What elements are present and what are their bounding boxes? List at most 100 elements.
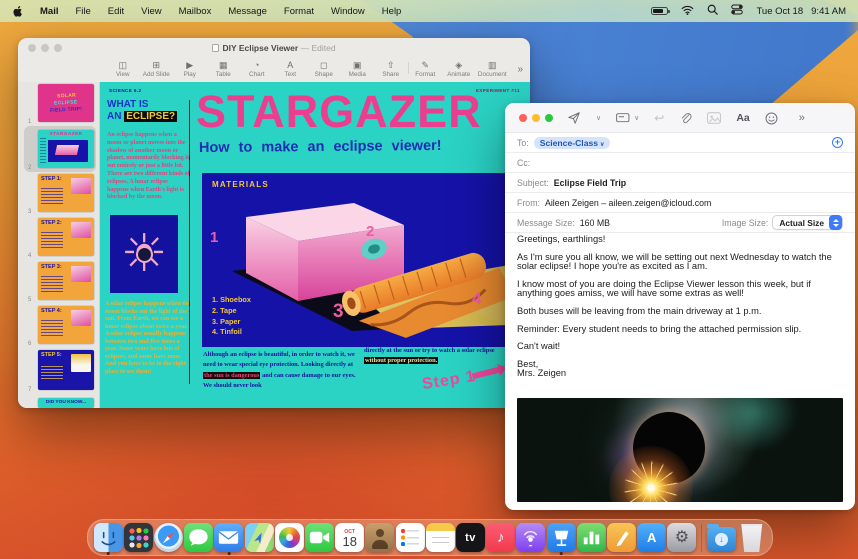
slide-thumbnail-6[interactable]: 6 STEP 4: [18, 306, 100, 348]
dock-item-facetime[interactable] [304, 523, 335, 552]
header-fields-button[interactable]: ∨ [616, 112, 639, 124]
attach-button[interactable] [679, 111, 692, 125]
slide-thumbnail-3[interactable]: 3 STEP 1: [18, 174, 100, 216]
slide-canvas[interactable]: SCIENCE 6.2 EXPERIMENT #11 WHAT IS AN EC… [100, 82, 530, 408]
slide-3-preview: STEP 1: [38, 174, 94, 212]
zoom-button[interactable] [545, 114, 553, 122]
add-slide-button[interactable]: ⊞ Add Slide [140, 58, 174, 78]
dock-item-appstore[interactable]: A [637, 523, 667, 552]
what-is-an-eclipse-heading[interactable]: WHAT IS AN ECLIPSE? [107, 99, 178, 122]
step-1-label[interactable]: Step 1 [421, 368, 477, 394]
dock-item-keynote[interactable] [546, 523, 576, 552]
toolbar-overflow-button[interactable]: » [517, 64, 523, 75]
dock-item-photos[interactable] [274, 523, 304, 552]
to-field[interactable]: To: Science-Class ∨ + [505, 133, 855, 153]
caution-text-left[interactable]: Although an eclipse is beautiful, in ord… [203, 350, 361, 392]
eclipse-photo-attachment[interactable] [517, 398, 843, 502]
share-button[interactable]: ⇧ Share [374, 58, 408, 78]
keynote-toolbar: ◫ View ⊞ Add Slide ▶ Play ▦ Table ◔ Chart A Te… [18, 58, 530, 82]
dock-item-settings[interactable]: ⚙ [667, 523, 697, 552]
from-field[interactable]: From: Aileen Zeigen – aileen.zeigen@iclo… [505, 193, 855, 213]
slide-thumbnail-5[interactable]: 5 STEP 3: [18, 262, 100, 304]
course-code-text[interactable]: SCIENCE 6.2 [109, 88, 141, 93]
insert-photo-button[interactable] [707, 112, 722, 124]
dock-item-contacts[interactable] [365, 523, 395, 552]
cc-field[interactable]: Cc: [505, 153, 855, 173]
slide-thumbnail-2-selected[interactable]: 2 STARGAZER [18, 126, 100, 172]
dock-item-finder[interactable] [93, 523, 123, 552]
animate-button[interactable]: ◈ Animate [442, 58, 476, 78]
dock-item-calendar[interactable]: OCT 18 [335, 523, 365, 552]
dock-item-numbers[interactable] [576, 523, 606, 552]
menu-bar-time[interactable]: 9:41 AM [811, 6, 846, 17]
toolbar-overflow-button[interactable]: » [799, 112, 805, 124]
dock: OCT 18 tv ♪ A ⚙ ↓ [87, 519, 773, 556]
menu-item-format[interactable]: Format [284, 6, 314, 17]
apple-menu-icon[interactable] [12, 5, 23, 18]
menu-item-mail[interactable]: Mail [40, 6, 58, 17]
dock-item-music[interactable]: ♪ [486, 523, 516, 552]
battery-icon[interactable] [651, 7, 671, 15]
dock-item-reminders[interactable] [395, 523, 425, 552]
slide-subtitle[interactable]: How to make an eclipse viewer! [199, 138, 442, 156]
materials-panel[interactable]: MATERIALS 1. Shoebox 2. Tape 3. Paper 4.… [202, 173, 512, 347]
chart-button[interactable]: ◔ Chart [240, 58, 274, 78]
stargazer-title[interactable]: STARGAZER [196, 86, 530, 138]
format-button[interactable]: Aa [736, 112, 749, 124]
slide-number: 6 [28, 341, 32, 347]
wifi-icon[interactable] [681, 5, 694, 18]
dock-item-tv[interactable]: tv [455, 523, 486, 552]
media-button[interactable]: ▣ Media [341, 58, 375, 78]
send-options-chevron[interactable]: ∨ [596, 114, 601, 122]
text-button[interactable]: A Text [274, 58, 308, 78]
image-size-dropdown[interactable]: Actual Size [772, 215, 843, 230]
document-button[interactable]: ▥ Document [476, 58, 510, 78]
subject-field[interactable]: Subject: Eclipse Field Trip [505, 173, 855, 193]
slide-thumbnail-8[interactable]: DID YOU KNOW... [18, 398, 100, 408]
dock-item-messages[interactable] [184, 523, 214, 552]
spotlight-search-icon[interactable] [707, 4, 719, 18]
caution-text-right[interactable]: directly at the sun or try to watch a so… [364, 346, 512, 367]
dock-item-launchpad[interactable] [123, 523, 153, 552]
dock-item-mail[interactable] [214, 523, 244, 552]
control-center-icon[interactable] [731, 4, 744, 18]
reply-button[interactable]: ↩ [654, 111, 664, 125]
slide-thumbnail-1[interactable]: 1 SOLAR ECLIPSE FIELD TRIP! [18, 84, 100, 126]
message-body[interactable]: Greetings, earthlings! As I'm sure you a… [517, 234, 843, 379]
menu-item-help[interactable]: Help [382, 6, 402, 17]
menu-item-mailbox[interactable]: Mailbox [179, 6, 212, 17]
dock-item-downloads[interactable]: ↓ [706, 524, 737, 551]
sun-illustration[interactable]: ☀ [110, 215, 178, 293]
slide-thumbnail-7[interactable]: 7 STEP 5: [18, 350, 100, 394]
add-recipient-button[interactable]: + [832, 137, 843, 148]
slide-number: 7 [28, 387, 32, 393]
slide-thumbnail-4[interactable]: 4 STEP 2: [18, 218, 100, 260]
menu-bar-date[interactable]: Tue Oct 18 [756, 6, 803, 17]
dock-item-notes[interactable] [425, 523, 455, 552]
eclipse-definition-text[interactable]: An eclipse happens when a moon or planet… [107, 132, 191, 202]
shape-button[interactable]: ◻ Shape [307, 58, 341, 78]
format-button[interactable]: ✎ Format [409, 58, 443, 78]
dock-item-trash[interactable] [737, 523, 767, 552]
send-button[interactable] [567, 111, 581, 125]
menu-item-file[interactable]: File [75, 6, 90, 17]
emoji-button[interactable] [765, 112, 778, 125]
menu-item-edit[interactable]: Edit [108, 6, 124, 17]
menu-item-message[interactable]: Message [228, 6, 267, 17]
slide-8-preview: DID YOU KNOW... [38, 398, 94, 408]
recipient-token[interactable]: Science-Class ∨ [533, 136, 611, 149]
view-button[interactable]: ◫ View [106, 58, 140, 78]
solar-eclipse-text[interactable]: A solar eclipse happens when the moon bl… [105, 301, 191, 376]
image-size-label: Image Size: [721, 217, 769, 228]
dock-item-pages[interactable] [606, 523, 637, 552]
dock-item-safari[interactable] [153, 523, 183, 552]
minimize-button[interactable] [532, 114, 540, 122]
play-button[interactable]: ▶ Play [173, 58, 207, 78]
dock-item-maps[interactable] [244, 523, 274, 552]
dock-item-podcasts[interactable] [516, 523, 546, 552]
column-divider-line [189, 100, 191, 384]
table-button[interactable]: ▦ Table [207, 58, 241, 78]
menu-item-view[interactable]: View [141, 6, 161, 17]
close-button[interactable] [519, 114, 527, 122]
menu-item-window[interactable]: Window [331, 6, 365, 17]
